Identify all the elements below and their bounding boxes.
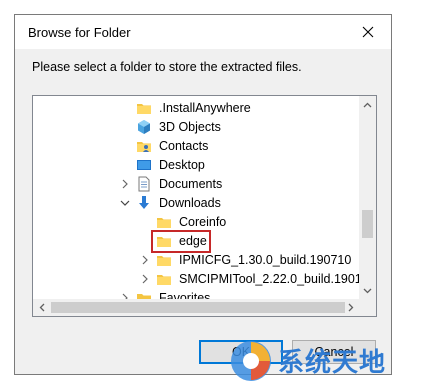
horizontal-scroll-thumb[interactable] xyxy=(51,302,345,313)
documents-icon xyxy=(138,176,150,192)
tree-item[interactable]: 3D Objects xyxy=(33,118,352,137)
chevron-right-icon[interactable] xyxy=(120,178,130,190)
desktop-icon xyxy=(137,160,151,170)
folder-icon xyxy=(137,104,151,114)
tree-item[interactable]: Desktop xyxy=(33,156,352,175)
scroll-down-button[interactable] xyxy=(359,282,376,299)
tree-item-label: Downloads xyxy=(159,196,221,210)
instruction-text: Please select a folder to store the extr… xyxy=(32,60,302,74)
watermark: 系统天地 xyxy=(222,334,429,386)
tree-item-label: SMCIPMITool_2.22.0_build.1901 xyxy=(179,272,362,286)
watermark-text: 系统天地 xyxy=(278,348,387,378)
chevron-down-icon xyxy=(363,288,372,293)
tree-item[interactable]: Contacts xyxy=(33,137,352,156)
folder-icon xyxy=(157,237,171,247)
tree-item-label: .InstallAnywhere xyxy=(159,101,251,115)
browse-for-folder-dialog: Browse for Folder Please select a folder… xyxy=(14,14,392,375)
title-bar: Browse for Folder xyxy=(15,15,391,49)
contacts-icon xyxy=(137,142,151,152)
tree-item-label: edge xyxy=(179,234,207,248)
scroll-left-button[interactable] xyxy=(33,299,50,316)
window-title: Browse for Folder xyxy=(28,25,131,40)
horizontal-scrollbar[interactable] xyxy=(33,299,359,316)
downloads-icon xyxy=(139,196,149,209)
chevron-down-icon[interactable] xyxy=(120,197,130,209)
vertical-scroll-thumb[interactable] xyxy=(362,210,373,238)
tree-item[interactable]: SMCIPMITool_2.22.0_build.1901 xyxy=(33,270,362,289)
tree-item-label: Documents xyxy=(159,177,223,191)
tree-item[interactable]: Downloads xyxy=(33,194,352,213)
close-button[interactable] xyxy=(345,15,391,49)
tree-item-label: Contacts xyxy=(159,139,209,153)
tree-item-label: IPMICFG_1.30.0_build.190710 xyxy=(179,253,352,267)
3d-objects-icon xyxy=(138,120,150,134)
chevron-right-icon[interactable] xyxy=(140,254,150,266)
chevron-up-icon xyxy=(363,102,372,107)
folder-icon xyxy=(157,256,171,266)
tree-item[interactable]: IPMICFG_1.30.0_build.190710 xyxy=(33,251,352,270)
tree-item[interactable]: Documents xyxy=(33,175,352,194)
scroll-right-button[interactable] xyxy=(342,299,359,316)
scrollbar-corner xyxy=(359,299,376,316)
tree-item-label: Coreinfo xyxy=(179,215,227,229)
folder-tree[interactable]: .InstallAnywhere 3D Objects Contacts Des… xyxy=(32,95,377,317)
folder-icon xyxy=(157,218,171,228)
close-icon xyxy=(362,26,374,38)
vertical-scrollbar[interactable] xyxy=(359,96,376,299)
tree-item-selected[interactable]: edge xyxy=(33,230,352,253)
folder-icon xyxy=(157,275,171,285)
chevron-right-icon[interactable] xyxy=(140,273,150,285)
chevron-right-icon xyxy=(348,303,353,312)
watermark-logo-icon xyxy=(231,341,271,381)
chevron-left-icon xyxy=(39,303,44,312)
scroll-up-button[interactable] xyxy=(359,96,376,113)
tree-item-label: 3D Objects xyxy=(159,120,221,134)
tree-item[interactable]: .InstallAnywhere xyxy=(33,99,352,118)
tree-item-label: Desktop xyxy=(159,158,205,172)
